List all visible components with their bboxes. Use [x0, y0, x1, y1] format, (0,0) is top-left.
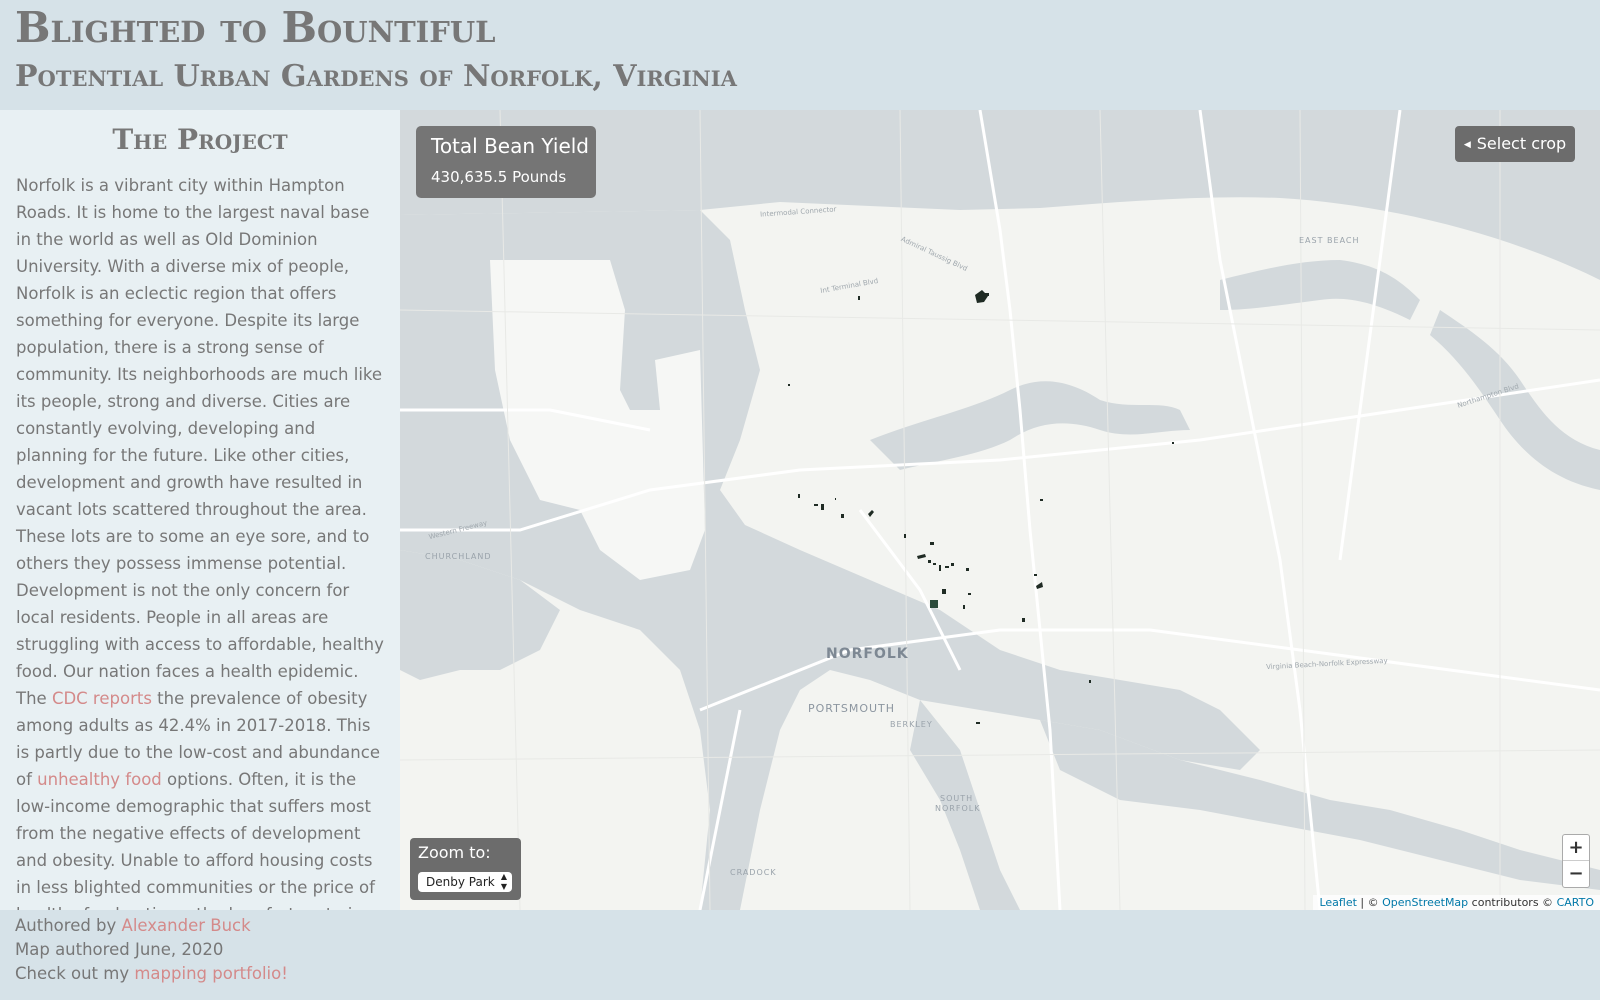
zoom-to-label: Zoom to: — [418, 843, 491, 862]
parcel — [798, 494, 800, 498]
yield-value: 430,635.5 Pounds — [431, 168, 567, 186]
parcel — [928, 560, 931, 563]
lynnhaven — [1430, 310, 1600, 490]
parcel — [868, 510, 874, 517]
eastern-branch — [1040, 720, 1600, 890]
label-churchland: CHURCHLAND — [425, 552, 492, 561]
portfolio-link[interactable]: mapping portfolio! — [134, 964, 288, 983]
portfolio-line: Check out my mapping portfolio! — [15, 962, 288, 986]
select-crop-label: Select crop — [1476, 134, 1567, 153]
zoom-to-selected: Denby Park — [426, 875, 495, 889]
sidebar[interactable]: The Project Norfolk is a vibrant city wi… — [0, 110, 400, 910]
label-cradock: CRADOCK — [730, 868, 777, 877]
parcel — [1034, 574, 1037, 576]
yield-info-box: Total Bean Yield 430,635.5 Pounds — [416, 126, 596, 198]
authored-date: Map authored June, 2020 — [15, 940, 224, 959]
description-text-1: Norfolk is a vibrant city within Hampton… — [16, 176, 384, 708]
parcel — [968, 593, 971, 595]
parcel — [814, 504, 818, 506]
page-title: Blighted to Bountiful — [15, 3, 496, 52]
parcel — [788, 384, 790, 386]
parcel — [821, 504, 824, 510]
label-berkley: BERKLEY — [890, 720, 933, 729]
parcel — [1036, 582, 1043, 589]
authored-prefix: Authored by — [15, 916, 122, 935]
zoom-to-select[interactable]: Denby Park ▲ ▼ — [418, 872, 512, 892]
leaflet-link[interactable]: Leaflet — [1319, 896, 1356, 909]
parcel — [976, 722, 980, 724]
map-attribution: Leaflet | © OpenStreetMap contributors ©… — [1313, 895, 1600, 910]
label-east-beach: EAST BEACH — [1299, 236, 1360, 245]
parcel — [945, 566, 949, 568]
sidebar-heading: The Project — [112, 123, 288, 156]
select-crop-button[interactable]: ◀ Select crop — [1455, 126, 1575, 162]
basemap — [400, 110, 1600, 910]
footer: Authored by Alexander Buck Map authored … — [0, 910, 1600, 1000]
parcel — [858, 296, 860, 300]
label-norfolk: NORFOLK — [826, 646, 909, 662]
parcel — [933, 563, 936, 565]
attribution-sep: | © — [1356, 896, 1383, 909]
label-south-norfolk-1: SOUTH — [940, 794, 974, 803]
select-arrows-icon: ▲ ▼ — [500, 872, 507, 891]
parcel — [963, 605, 965, 609]
zoom-to-panel: Zoom to: Denby Park ▲ ▼ — [410, 838, 521, 900]
yield-title: Total Bean Yield — [431, 134, 589, 158]
zoom-in-button[interactable]: + — [1563, 835, 1589, 861]
page-subtitle: Potential Urban Gardens of Norfolk, Virg… — [15, 59, 737, 94]
label-portsmouth: PORTSMOUTH — [808, 702, 896, 715]
parcel — [917, 554, 926, 559]
parcel — [835, 498, 836, 500]
parcel — [966, 568, 969, 571]
parcel — [942, 589, 946, 594]
parcel — [939, 565, 941, 571]
authored-line: Authored by Alexander Buck — [15, 914, 251, 938]
attribution-contrib: contributors © — [1468, 896, 1557, 909]
author-link[interactable]: Alexander Buck — [122, 916, 251, 935]
project-description: Norfolk is a vibrant city within Hampton… — [16, 172, 386, 910]
carto-link[interactable]: CARTO — [1557, 896, 1594, 909]
zoom-out-button[interactable]: − — [1563, 861, 1589, 887]
portfolio-prefix: Check out my — [15, 964, 135, 983]
caret-left-icon: ◀ — [1463, 140, 1471, 150]
parcel — [985, 293, 989, 296]
cdc-reports-link[interactable]: CDC reports — [52, 689, 152, 708]
parcel — [1089, 680, 1091, 683]
parcel — [975, 290, 988, 303]
parcel — [1022, 618, 1025, 622]
little-creek — [1220, 260, 1420, 320]
zoom-control: + − — [1562, 834, 1590, 888]
parcel — [841, 514, 844, 518]
parcel — [1172, 442, 1174, 444]
parcel — [1040, 499, 1043, 501]
parcel — [904, 534, 906, 538]
map[interactable]: NORFOLK PORTSMOUTH CHURCHLAND BERKLEY SO… — [400, 110, 1600, 910]
description-text-3: options. Often, it is the low-income dem… — [16, 770, 375, 910]
label-south-norfolk-2: NORFOLK — [935, 804, 981, 813]
header: Blighted to Bountiful Potential Urban Ga… — [0, 0, 1600, 110]
unhealthy-food-link[interactable]: unhealthy food — [37, 770, 162, 789]
parcel — [951, 563, 954, 566]
osm-link[interactable]: OpenStreetMap — [1382, 896, 1468, 909]
parcel — [930, 542, 934, 545]
parcel — [930, 600, 938, 608]
